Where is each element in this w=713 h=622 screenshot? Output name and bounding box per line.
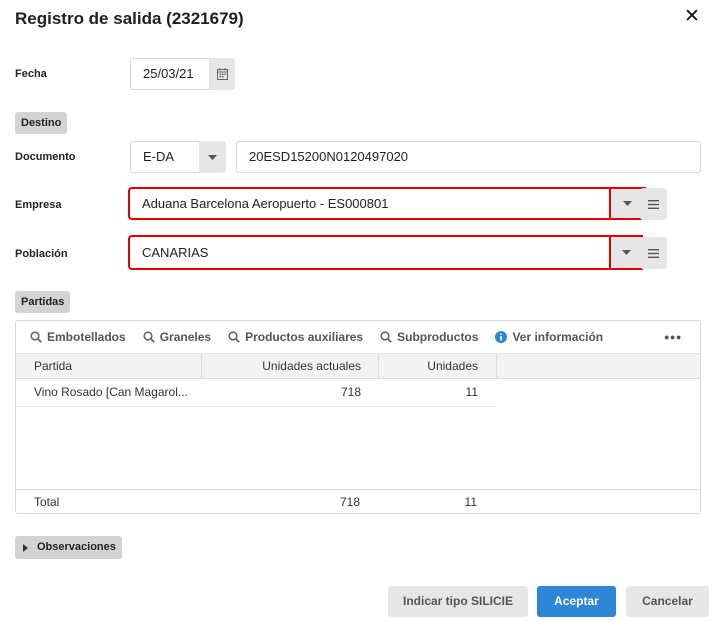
graneles-button[interactable]: Graneles <box>143 330 211 344</box>
column-header-partida[interactable]: Partida <box>16 354 202 379</box>
ver-informacion-label: Ver información <box>512 330 604 344</box>
embotellados-label: Embotellados <box>47 330 126 344</box>
search-icon <box>30 331 42 343</box>
cell-partida: Vino Rosado [Can Magarol... <box>34 385 188 399</box>
ver-informacion-button[interactable]: Ver información <box>495 330 603 344</box>
chevron-down-icon <box>208 154 217 160</box>
close-icon[interactable]: ✕ <box>682 7 702 27</box>
search-icon <box>228 331 240 343</box>
fecha-input[interactable]: 25/03/21 <box>130 58 210 90</box>
indicar-tipo-silicie-button[interactable]: Indicar tipo SILICIE <box>388 586 528 617</box>
empresa-label: Empresa <box>15 199 62 211</box>
column-header-unidades[interactable]: Unidades <box>379 354 497 379</box>
chevron-down-icon <box>623 201 632 206</box>
documento-number-input[interactable]: 20ESD15200N0120497020 <box>236 141 701 173</box>
poblacion-dropdown[interactable] <box>609 235 643 270</box>
poblacion-select[interactable]: CANARIAS <box>128 235 613 270</box>
partidas-section-label: Partidas <box>15 291 71 313</box>
partidas-toolbar: Embotellados Graneles Productos auxiliar… <box>16 321 700 353</box>
documento-type-dropdown[interactable] <box>199 141 226 173</box>
poblacion-list-button[interactable] <box>640 237 667 269</box>
graneles-label: Graneles <box>159 330 212 344</box>
documento-label: Documento <box>15 151 76 163</box>
observaciones-label: Observaciones <box>37 541 116 553</box>
subproductos-label: Subproductos <box>397 330 479 344</box>
table-row[interactable]: Vino Rosado [Can Magarol... 718 11 <box>16 379 496 407</box>
dialog-title: Registro de salida (2321679) <box>15 9 244 28</box>
search-icon <box>380 331 392 343</box>
menu-icon <box>648 248 659 258</box>
column-header-unidades-actuales[interactable]: Unidades actuales <box>202 354 379 379</box>
productos-auxiliares-label: Productos auxiliares <box>245 330 364 344</box>
total-unidades-actuales: 718 <box>339 495 360 509</box>
partidas-panel: Embotellados Graneles Productos auxiliar… <box>15 320 701 514</box>
empresa-list-button[interactable] <box>640 188 667 220</box>
table-footer: Total 718 11 <box>16 489 700 514</box>
menu-icon <box>648 199 659 209</box>
total-unidades: 11 <box>464 495 477 509</box>
subproductos-button[interactable]: Subproductos <box>380 330 478 344</box>
empresa-select[interactable]: Aduana Barcelona Aeropuerto - ES000801 <box>128 187 613 220</box>
cancel-button[interactable]: Cancelar <box>626 586 709 617</box>
info-icon <box>495 331 508 343</box>
embotellados-button[interactable]: Embotellados <box>30 330 126 344</box>
fecha-label: Fecha <box>15 68 47 80</box>
cell-unidades: 11 <box>465 385 478 399</box>
cell-unidades-actuales: 718 <box>340 385 361 399</box>
total-label: Total <box>34 495 60 509</box>
chevron-down-icon <box>621 250 631 255</box>
productos-auxiliares-button[interactable]: Productos auxiliares <box>228 330 363 344</box>
observaciones-toggle[interactable]: Observaciones <box>15 536 122 559</box>
accept-button[interactable]: Aceptar <box>537 586 616 617</box>
documento-type-select[interactable]: E-DA <box>130 141 200 173</box>
more-options-icon[interactable]: ••• <box>664 329 682 345</box>
table-header: Partida Unidades actuales Unidades <box>16 353 700 379</box>
search-icon <box>143 331 155 343</box>
poblacion-label: Población <box>15 248 68 260</box>
destino-section-label: Destino <box>15 112 68 134</box>
calendar-button[interactable] <box>209 58 235 90</box>
caret-right-icon <box>23 543 28 552</box>
calendar-icon <box>216 68 228 80</box>
